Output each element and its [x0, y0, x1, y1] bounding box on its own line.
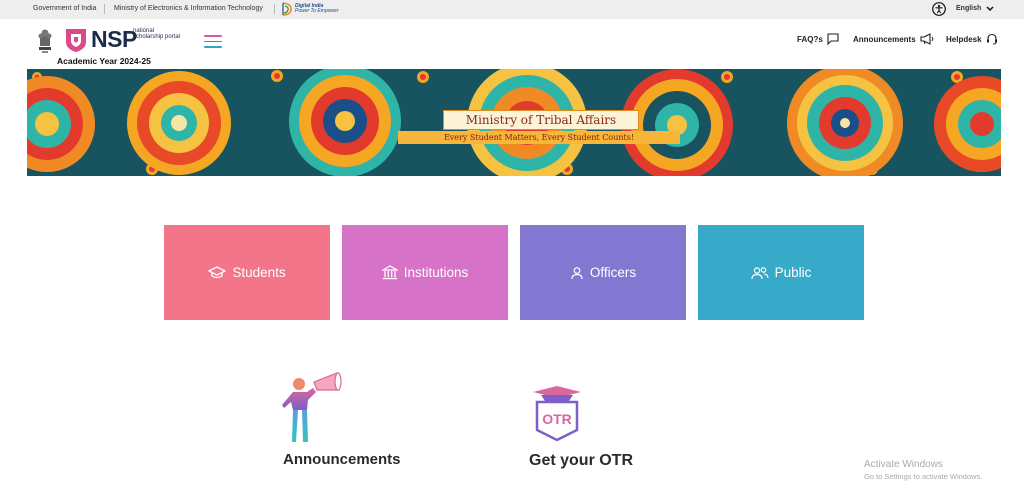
hero-banner: Ministry of Tribal Affairs Every Student…	[27, 69, 1001, 176]
user-icon	[571, 266, 583, 279]
tile-students-label: Students	[232, 265, 286, 280]
otr-icon: OTR	[531, 386, 583, 447]
digital-india-logo: Digital India Power To Empower	[281, 2, 338, 16]
banner-title: Ministry of Tribal Affairs	[443, 110, 639, 130]
digital-india-icon	[282, 2, 292, 16]
nsp-logo-text: NSP	[91, 26, 137, 52]
tile-public-label: Public	[774, 265, 812, 280]
megaphone-icon	[920, 33, 933, 45]
announcements-link[interactable]: Announcements	[853, 33, 934, 45]
gov-of-india-label: Government of India	[33, 5, 97, 12]
chevron-down-icon[interactable]	[985, 3, 995, 17]
otr-card-title[interactable]: Get your OTR	[529, 452, 633, 470]
helpdesk-link[interactable]: Helpdesk	[946, 33, 998, 45]
headset-icon	[986, 33, 997, 45]
nsp-shield-icon	[64, 27, 88, 58]
banner-subtitle: Every Student Matters, Every Student Cou…	[398, 131, 680, 144]
faq-link[interactable]: FAQ?s	[797, 33, 839, 45]
announcer-icon	[281, 370, 345, 449]
watermark-line2: Go to Settings to activate Windows.	[864, 472, 983, 481]
graduation-cap-icon	[208, 265, 227, 278]
nsp-logo-subtitle: national scholarship portal	[133, 28, 181, 40]
accessibility-icon[interactable]	[932, 2, 946, 18]
faq-label: FAQ?s	[797, 34, 823, 44]
otr-badge-text: OTR	[542, 411, 572, 427]
academic-year: Academic Year 2024-25	[57, 56, 151, 66]
meity-label: Ministry of Electronics & Information Te…	[114, 5, 263, 12]
tile-students[interactable]: Students	[164, 225, 330, 320]
tile-public[interactable]: Public	[698, 225, 864, 320]
tile-institutions[interactable]: Institutions	[342, 225, 508, 320]
helpdesk-label: Helpdesk	[946, 34, 982, 44]
gov-top-bar: Government of India Ministry of Electron…	[0, 0, 1024, 19]
chat-icon	[827, 33, 839, 45]
digital-india-tagline: Power To Empower	[295, 8, 339, 14]
activate-windows-watermark: Activate Windows Go to Settings to activ…	[864, 459, 982, 481]
divider	[274, 4, 275, 14]
users-icon	[751, 266, 769, 279]
announcements-card-title[interactable]: Announcements	[283, 451, 401, 468]
announcements-label: Announcements	[853, 34, 916, 44]
national-emblem-icon	[36, 24, 54, 59]
tile-officers-label: Officers	[589, 265, 637, 280]
institution-icon	[381, 265, 398, 280]
site-header: NSP national scholarship portal Academic…	[0, 19, 1024, 67]
language-selector[interactable]: English	[956, 5, 981, 12]
tile-institutions-label: Institutions	[403, 265, 469, 280]
watermark-line1: Activate Windows	[864, 459, 943, 470]
hamburger-menu-icon[interactable]	[204, 35, 222, 51]
divider	[104, 4, 105, 14]
tile-officers[interactable]: Officers	[520, 225, 686, 320]
